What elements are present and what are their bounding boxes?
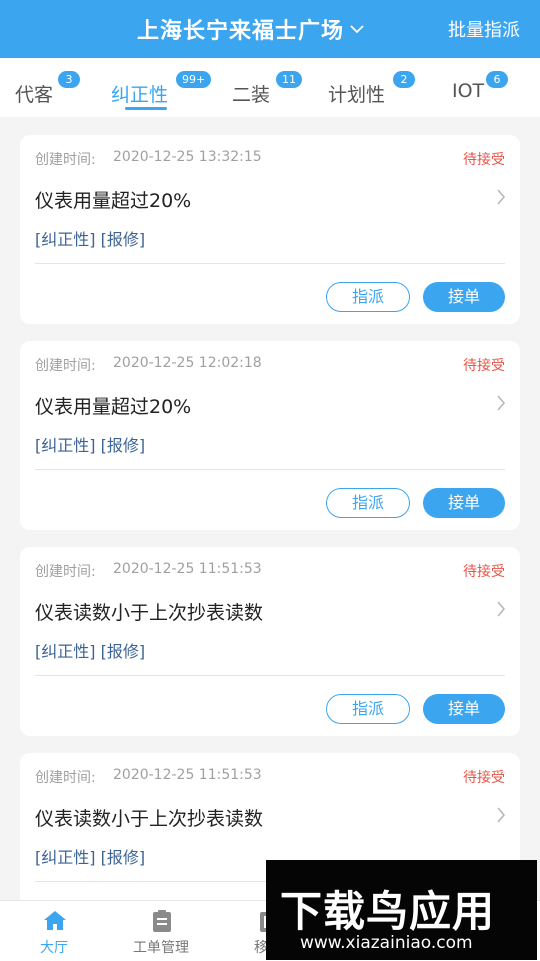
watermark-logo: 下载鸟应用: [280, 887, 496, 936]
app-header: 上海长宁来福士广场 批量指派: [0, 0, 540, 58]
status-badge: 待接受: [463, 770, 505, 786]
tab-badge-corrective: 99+: [176, 71, 212, 88]
order-tags: [纠正性] [报修]: [35, 230, 146, 249]
project-title: 上海长宁来福士广场: [137, 19, 345, 44]
nav-item-hall[interactable]: 大厅: [4, 901, 104, 961]
chevron-right-icon[interactable]: [496, 806, 506, 828]
order-tags: [纠正性] [报修]: [35, 848, 146, 867]
work-order-card[interactable]: 创建时间: 2020-12-25 12:02:18 待接受 仪表用量超过20% …: [20, 341, 520, 530]
created-time: 2020-12-25 11:51:53: [113, 561, 262, 577]
tab-badge-daike: 3: [58, 71, 80, 88]
clipboard-icon: [150, 909, 174, 933]
order-title: 仪表用量超过20%: [35, 396, 192, 418]
order-tags: [纠正性] [报修]: [35, 436, 146, 455]
accept-button[interactable]: 接单: [423, 694, 505, 724]
tab-erzhuang[interactable]: 二装: [232, 80, 270, 107]
status-badge: 待接受: [463, 564, 505, 580]
created-time: 2020-12-25 13:32:15: [113, 149, 262, 165]
nav-item-work-orders[interactable]: 工单管理: [111, 901, 211, 961]
divider: [35, 675, 505, 676]
active-tab-indicator: [125, 107, 167, 110]
accept-button[interactable]: 接单: [423, 282, 505, 312]
divider: [35, 263, 505, 264]
created-time-label: 创建时间:: [35, 564, 96, 580]
created-time-label: 创建时间:: [35, 152, 96, 168]
batch-assign-button[interactable]: 批量指派: [448, 16, 520, 42]
work-order-card[interactable]: 创建时间: 2020-12-25 13:32:15 待接受 仪表用量超过20% …: [20, 135, 520, 324]
accept-button[interactable]: 接单: [423, 488, 505, 518]
assign-button[interactable]: 指派: [326, 694, 410, 724]
order-tags: [纠正性] [报修]: [35, 642, 146, 661]
order-title: 仪表读数小于上次抄表读数: [35, 602, 264, 624]
tab-corrective[interactable]: 纠正性: [111, 80, 168, 107]
work-order-card[interactable]: 创建时间: 2020-12-25 11:51:53 待接受 仪表读数小于上次抄表…: [20, 547, 520, 736]
watermark: 下载鸟应用 www.xiazainiao.com: [266, 860, 537, 960]
chevron-right-icon[interactable]: [496, 188, 506, 210]
status-badge: 待接受: [463, 152, 505, 168]
assign-button[interactable]: 指派: [326, 282, 410, 312]
tab-iot[interactable]: IOT: [452, 80, 484, 102]
created-time-label: 创建时间:: [35, 770, 96, 786]
assign-button[interactable]: 指派: [326, 488, 410, 518]
tab-badge-erzhuang: 11: [276, 71, 302, 88]
order-title: 仪表读数小于上次抄表读数: [35, 808, 264, 830]
home-icon: [43, 909, 67, 933]
divider: [35, 469, 505, 470]
tab-daike[interactable]: 代客: [15, 80, 53, 107]
tab-planned[interactable]: 计划性: [328, 80, 385, 107]
created-time: 2020-12-25 11:51:53: [113, 767, 262, 783]
nav-label-hall: 大厅: [40, 940, 68, 956]
order-title: 仪表用量超过20%: [35, 190, 192, 212]
created-time-label: 创建时间:: [35, 358, 96, 374]
chevron-right-icon[interactable]: [496, 600, 506, 622]
tab-badge-planned: 2: [393, 71, 415, 88]
nav-label-work-orders: 工单管理: [133, 940, 189, 956]
chevron-down-icon: [350, 24, 364, 34]
created-time: 2020-12-25 12:02:18: [113, 355, 262, 371]
watermark-url: www.xiazainiao.com: [300, 933, 473, 953]
category-tabs: 代客 纠正性 二装 计划性 IOT: [0, 58, 540, 117]
project-selector[interactable]: 上海长宁来福士广场: [137, 14, 364, 44]
tab-badge-iot: 6: [486, 71, 508, 88]
status-badge: 待接受: [463, 358, 505, 374]
chevron-right-icon[interactable]: [496, 394, 506, 416]
